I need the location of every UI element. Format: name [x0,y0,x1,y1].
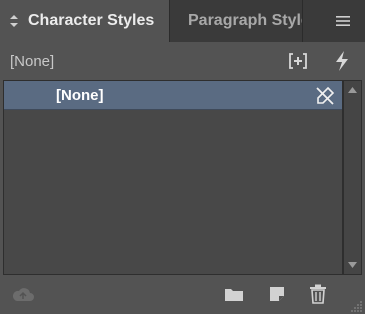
folder-icon [225,289,243,301]
hamburger-menu-icon [336,16,350,26]
character-styles-panel: Character Styles Paragraph Styles [None] [0,0,365,314]
create-new-style-button[interactable] [266,284,288,304]
trash-icon [310,284,326,304]
tab-bar: Character Styles Paragraph Styles [0,0,365,42]
tab-label: Character Styles [28,12,155,29]
vertical-scrollbar[interactable] [343,80,362,275]
no-edit-pencil-icon [314,85,336,107]
cloud-sync-button[interactable] [10,284,36,304]
list-item-label: [None] [56,87,104,104]
collapse-arrows-icon[interactable] [0,14,28,28]
tab-paragraph-styles[interactable]: Paragraph Styles [171,0,303,42]
bracket-plus-icon [289,53,307,69]
new-style-icon [270,287,284,301]
scroll-up-arrow-icon[interactable] [344,83,361,97]
tab-character-styles[interactable]: Character Styles [0,0,170,42]
panel-menu-button[interactable] [330,10,356,32]
style-info-row: [None] [0,42,365,79]
create-style-group-button[interactable] [287,50,309,72]
cloud-sync-icon [12,288,35,301]
lightning-icon [336,51,348,71]
scroll-down-arrow-icon[interactable] [344,258,361,272]
resize-grip-icon[interactable] [351,300,363,312]
bottom-toolbar [0,276,365,314]
quick-apply-button[interactable] [332,49,352,73]
current-style-label: [None] [10,53,55,70]
tab-label: Paragraph Styles [188,12,302,29]
delete-style-button[interactable] [307,283,329,305]
styles-list[interactable]: [None] [3,80,343,275]
list-item[interactable]: [None] [4,81,342,110]
new-style-group-button[interactable] [223,284,245,304]
